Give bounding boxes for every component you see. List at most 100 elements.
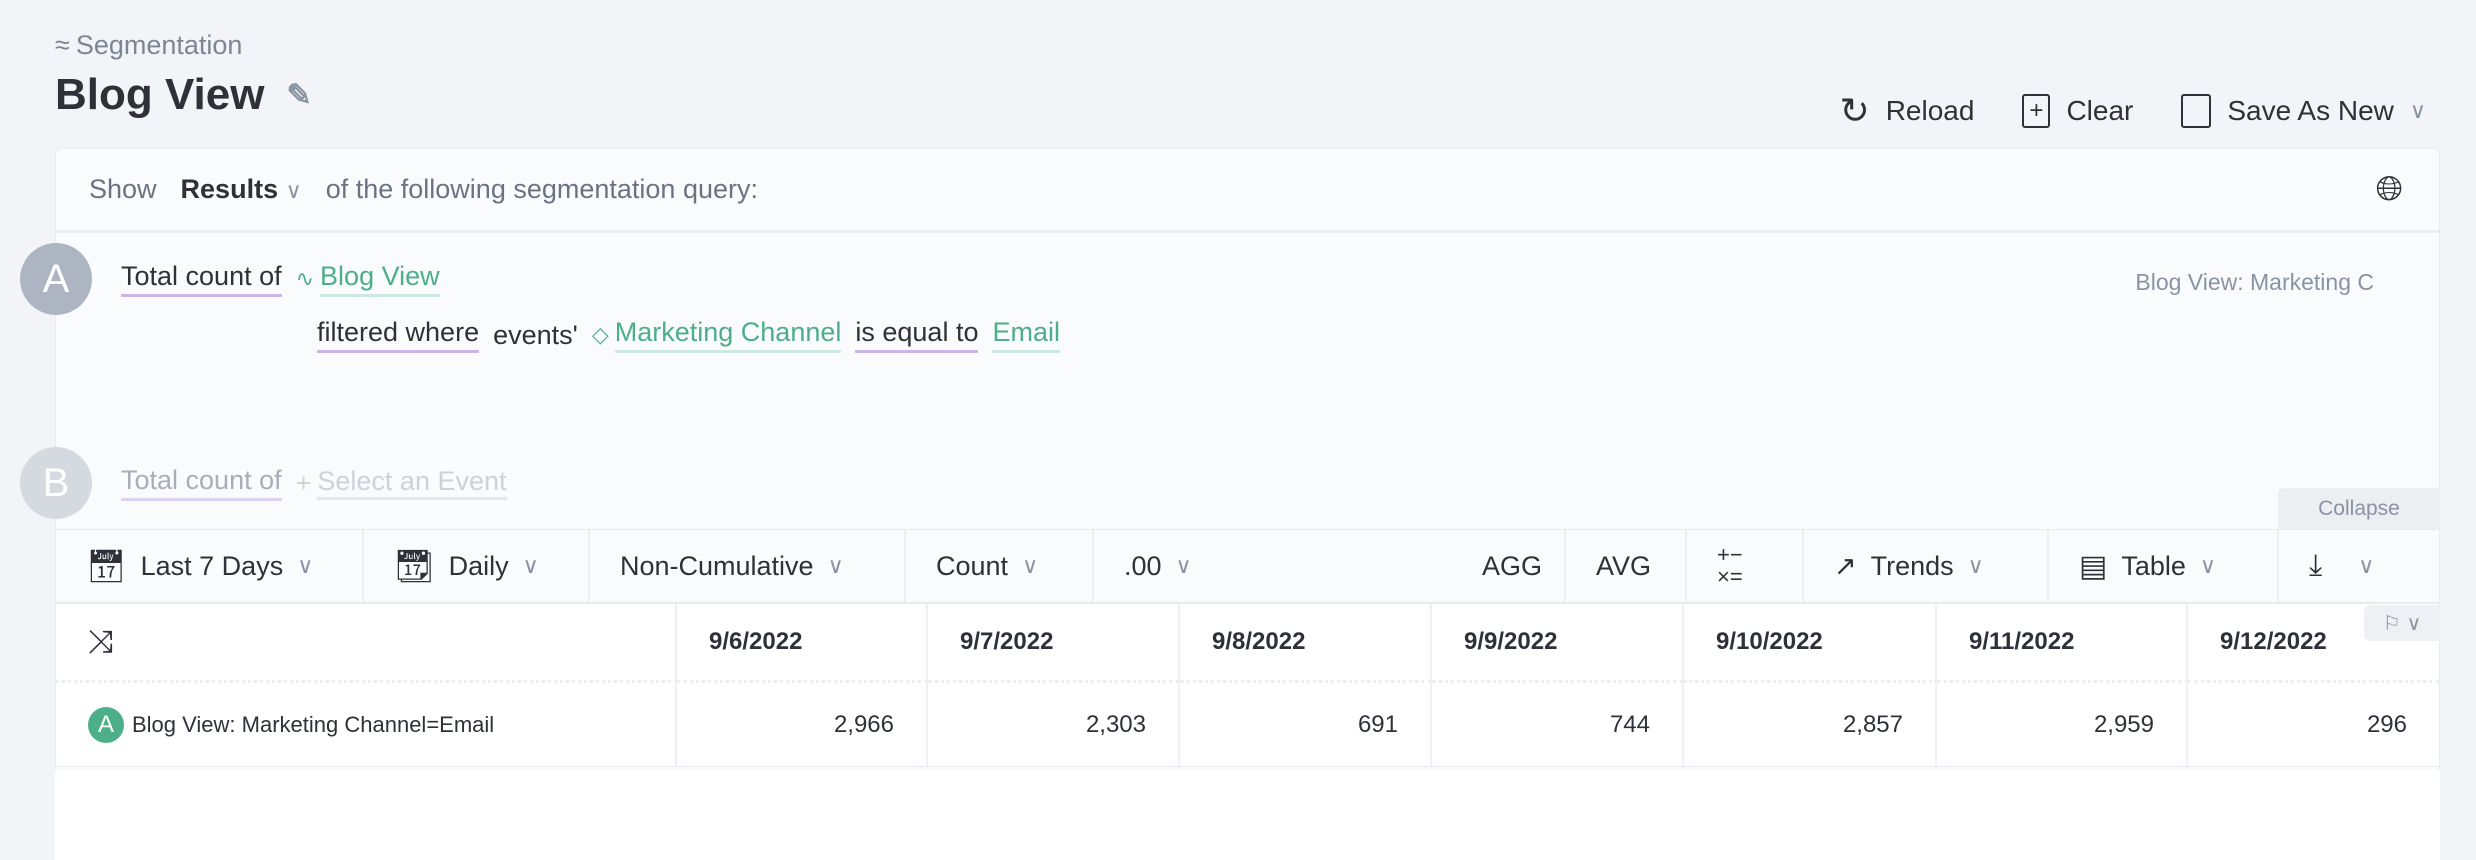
collapse-button[interactable]: Collapse [2278, 488, 2440, 529]
page-title-wrap: Blog View ✎ [55, 70, 312, 120]
new-file-icon: + [2022, 94, 2051, 128]
chevron-down-icon: ∨ [2409, 98, 2426, 123]
chevron-down-icon: ∨ [522, 553, 539, 578]
interval-label: Daily [448, 550, 509, 581]
save-label: Save As New [2227, 95, 2394, 126]
operator-dropdown[interactable]: is equal to [855, 317, 979, 353]
globe-icon[interactable]: 🌐︎ [2376, 170, 2403, 209]
decimals-label: .00 [1124, 550, 1162, 581]
date-range-label: Last 7 Days [140, 550, 284, 581]
property-selector[interactable]: Marketing Channel [614, 317, 842, 353]
chevron-down-icon: ∨ [2199, 553, 2217, 578]
decimals-dropdown[interactable]: .00 ∨ AGG [1094, 530, 1566, 602]
avg-button[interactable]: AVG [1566, 530, 1687, 602]
series-label: Blog View: Marketing C [2135, 269, 2374, 295]
column-header[interactable]: 9/7/2022 [928, 604, 1180, 683]
cumulative-dropdown[interactable]: Non-Cumulative ∨ [590, 530, 906, 602]
column-header[interactable]: 9/10/2022 [1684, 604, 1937, 683]
measure-dropdown-b[interactable]: Total count of [121, 465, 282, 501]
show-row: Show Results ∨ of the following segmenta… [56, 149, 2439, 233]
row-label: A Blog View: Marketing Channel=Email [56, 683, 677, 766]
avg-label: AVG [1596, 550, 1652, 581]
date-range-dropdown[interactable]: 📅︎ Last 7 Days ∨ [56, 530, 364, 602]
row-label-text: Blog View: Marketing Channel=Email [132, 711, 495, 737]
select-event-button[interactable]: Select an Event [317, 466, 507, 500]
reload-button[interactable]: ↻ Reload [1840, 90, 1975, 132]
series-a-dot: A [88, 706, 124, 743]
clear-button[interactable]: + Clear [2022, 94, 2133, 128]
pencil-icon[interactable]: ✎ [286, 78, 311, 113]
column-header[interactable]: 9/11/2022 [1937, 604, 2188, 683]
query-suffix: of the following segmentation query: [325, 174, 758, 204]
value-selector[interactable]: Email [992, 317, 1060, 353]
results-dropdown[interactable]: Results ∨ [181, 174, 302, 205]
show-label: Show [89, 174, 157, 204]
chevron-down-icon: ∨ [2406, 612, 2422, 635]
reload-icon: ↻ [1839, 90, 1870, 131]
series-a-badge[interactable]: A [20, 243, 92, 315]
chevron-down-icon: ∨ [1175, 553, 1192, 578]
save-icon [2181, 94, 2212, 128]
interval-dropdown[interactable]: 📆︎ Daily ∨ [364, 530, 590, 602]
breadcrumb-label: Segmentation [75, 30, 243, 60]
chevron-down-icon: ∨ [827, 553, 844, 578]
trend-icon: ≈ [55, 30, 70, 60]
page-title: Blog View [55, 70, 265, 119]
breadcrumb[interactable]: ≈ Segmentation [55, 30, 242, 61]
chevron-down-icon: ∨ [2358, 553, 2375, 578]
column-header[interactable]: 9/9/2022 [1432, 604, 1684, 683]
clear-label: Clear [2066, 95, 2134, 126]
metric-label: Count [936, 550, 1009, 581]
download-icon: ⤓ [2309, 549, 2323, 582]
trends-label: Trends [1870, 550, 1954, 581]
table-row: A Blog View: Marketing Channel=Email 2,9… [56, 683, 2439, 766]
events-label: events' [493, 319, 578, 350]
series-b-badge[interactable]: B [20, 447, 92, 519]
column-header[interactable]: 9/6/2022 [677, 604, 928, 683]
flag-dropdown[interactable]: ⚐ ∨ [2364, 605, 2440, 641]
measure-dropdown[interactable]: Total count of [121, 261, 282, 297]
calendar-icon: 📅︎ [86, 548, 127, 584]
chart-area [55, 770, 2440, 860]
formula-button[interactable]: +− ×= [1687, 530, 1804, 602]
view-label: Table [2121, 550, 2186, 581]
query-a-line2: filtered where events' ◇ Marketing Chann… [317, 317, 1060, 353]
chevron-down-icon: ∨ [1022, 553, 1039, 578]
metric-dropdown[interactable]: Count ∨ [906, 530, 1094, 602]
agg-button[interactable]: AGG [1482, 551, 1542, 582]
tag-icon: ◇ [591, 322, 609, 347]
flag-icon: ⚐ [2382, 612, 2401, 635]
cumulative-label: Non-Cumulative [620, 550, 814, 581]
table-header-row: ⤨ 9/6/2022 9/7/2022 9/8/2022 9/9/2022 9/… [56, 604, 2439, 683]
table-cell: 296 [2366, 710, 2407, 738]
chevron-down-icon: ∨ [1967, 553, 1984, 578]
filter-dropdown[interactable]: filtered where [317, 317, 480, 353]
reload-label: Reload [1885, 95, 1975, 126]
table-cell: 2,303 [928, 683, 1180, 766]
event-selector[interactable]: Blog View [320, 261, 440, 297]
download-dropdown[interactable]: ⤓ ∨ [2279, 530, 2439, 602]
event-icon: ∿ [295, 266, 315, 291]
plus-icon: + [295, 467, 312, 498]
query-a-line1: Total count of ∿ Blog View [121, 261, 440, 297]
column-header[interactable]: 9/8/2022 [1180, 604, 1432, 683]
formula-icon: +− ×= [1717, 542, 1743, 589]
calendar-arrow-icon: 📆︎ [394, 548, 435, 584]
chart-toolbar: 📅︎ Last 7 Days ∨ 📆︎ Daily ∨ Non-Cumulative ∨ … [55, 529, 2440, 603]
table-cell: 2,959 [1937, 683, 2188, 766]
save-as-new-button[interactable]: Save As New ∨ [2181, 94, 2426, 128]
results-table: ⤨ 9/6/2022 9/7/2022 9/8/2022 9/9/2022 9/… [55, 603, 2440, 767]
table-cell: 2,966 [677, 683, 928, 766]
table-icon: ▤ [2079, 549, 2108, 583]
table-cell: 744 [1432, 683, 1684, 766]
table-cell: 691 [1180, 683, 1432, 766]
chevron-down-icon: ∨ [297, 553, 314, 578]
view-dropdown[interactable]: ▤ Table ∨ [2049, 530, 2279, 602]
results-label: Results [180, 174, 279, 204]
chevron-down-icon: ∨ [285, 178, 302, 203]
trends-dropdown[interactable]: ↗ Trends ∨ [1804, 530, 2049, 602]
action-bar: ↻ Reload + Clear Save As New ∨ [1840, 90, 2426, 132]
query-b-line: Total count of + Select an Event [121, 465, 507, 501]
swap-axes-button[interactable]: ⤨ [56, 604, 677, 683]
trend-up-icon: ↗ [1834, 550, 1857, 581]
